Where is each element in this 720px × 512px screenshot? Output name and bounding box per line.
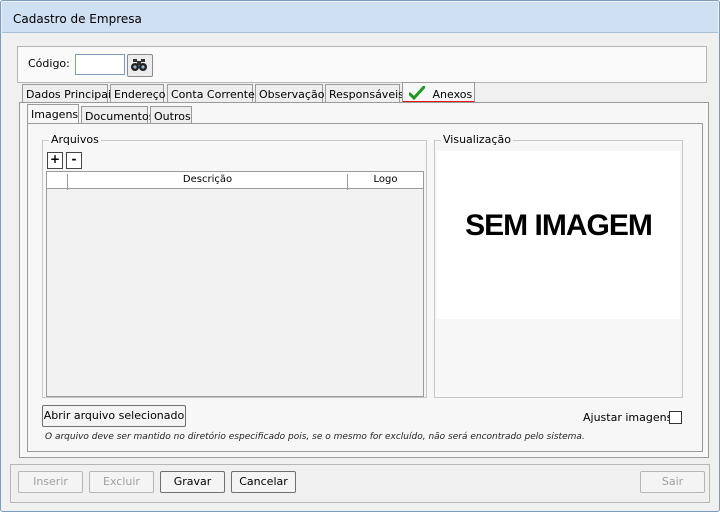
codigo-label: Código:	[28, 57, 70, 70]
tab-responsaveis[interactable]: Responsáveis	[325, 84, 404, 103]
ajustar-imagens-label: Ajustar imagens	[583, 411, 673, 424]
tab-label: Responsáveis	[329, 88, 404, 101]
tab-anexos[interactable]: Anexos	[402, 82, 475, 103]
window-title: Cadastro de Empresa	[13, 12, 142, 26]
subtab-label: Imagens	[31, 108, 79, 121]
grid-header: Descrição Logo	[47, 172, 423, 190]
arquivos-legend: Arquivos	[49, 133, 101, 146]
title-bar: Cadastro de Empresa	[2, 2, 718, 33]
remove-label: -	[71, 152, 77, 166]
subtab-label: Documentos	[85, 110, 155, 123]
inserir-button[interactable]: Inserir	[18, 471, 83, 493]
add-file-button[interactable]: +	[47, 152, 63, 169]
excluir-button[interactable]: Excluir	[89, 471, 154, 493]
tab-label: Observação	[259, 88, 325, 101]
tab-observacao[interactable]: Observação	[255, 84, 325, 103]
column-header-descricao[interactable]: Descrição	[68, 174, 347, 185]
search-codigo-button[interactable]	[127, 54, 153, 77]
column-header-logo[interactable]: Logo	[348, 174, 423, 185]
gravar-button[interactable]: Gravar	[160, 471, 225, 493]
open-file-button[interactable]: Abrir arquivo selecionado	[42, 405, 186, 427]
visualizacao-legend: Visualização	[441, 133, 513, 146]
remove-file-button[interactable]: -	[66, 152, 82, 169]
window: Cadastro de Empresa Código: Dados Princi…	[0, 0, 720, 512]
tab-label: Conta Corrente	[171, 88, 255, 101]
tab-conta-corrente[interactable]: Conta Corrente	[167, 84, 255, 103]
checkmark-icon	[408, 85, 426, 101]
tab-label: Dados Principais	[26, 88, 117, 101]
cancelar-button[interactable]: Cancelar	[231, 471, 296, 493]
codigo-input[interactable]	[75, 54, 125, 75]
ajustar-imagens-checkbox[interactable]	[669, 411, 682, 424]
tab-endereco[interactable]: Endereço	[110, 84, 166, 103]
files-grid[interactable]: Descrição Logo	[46, 171, 424, 397]
tab-label: Anexos	[432, 88, 473, 101]
subtab-imagens[interactable]: Imagens	[27, 104, 79, 125]
binoculars-icon	[131, 59, 147, 71]
add-label: +	[49, 152, 61, 166]
sair-button[interactable]: Sair	[640, 471, 705, 493]
tab-dados-principais[interactable]: Dados Principais	[22, 84, 117, 103]
info-note: O arquivo deve ser mantido no diretório …	[45, 432, 585, 442]
subtab-label: Outros	[154, 110, 191, 123]
codigo-section: Código:	[17, 46, 707, 83]
no-image-text: SEM IMAGEM	[465, 209, 653, 242]
image-preview: SEM IMAGEM	[437, 151, 680, 319]
tab-label: Endereço	[114, 88, 166, 101]
